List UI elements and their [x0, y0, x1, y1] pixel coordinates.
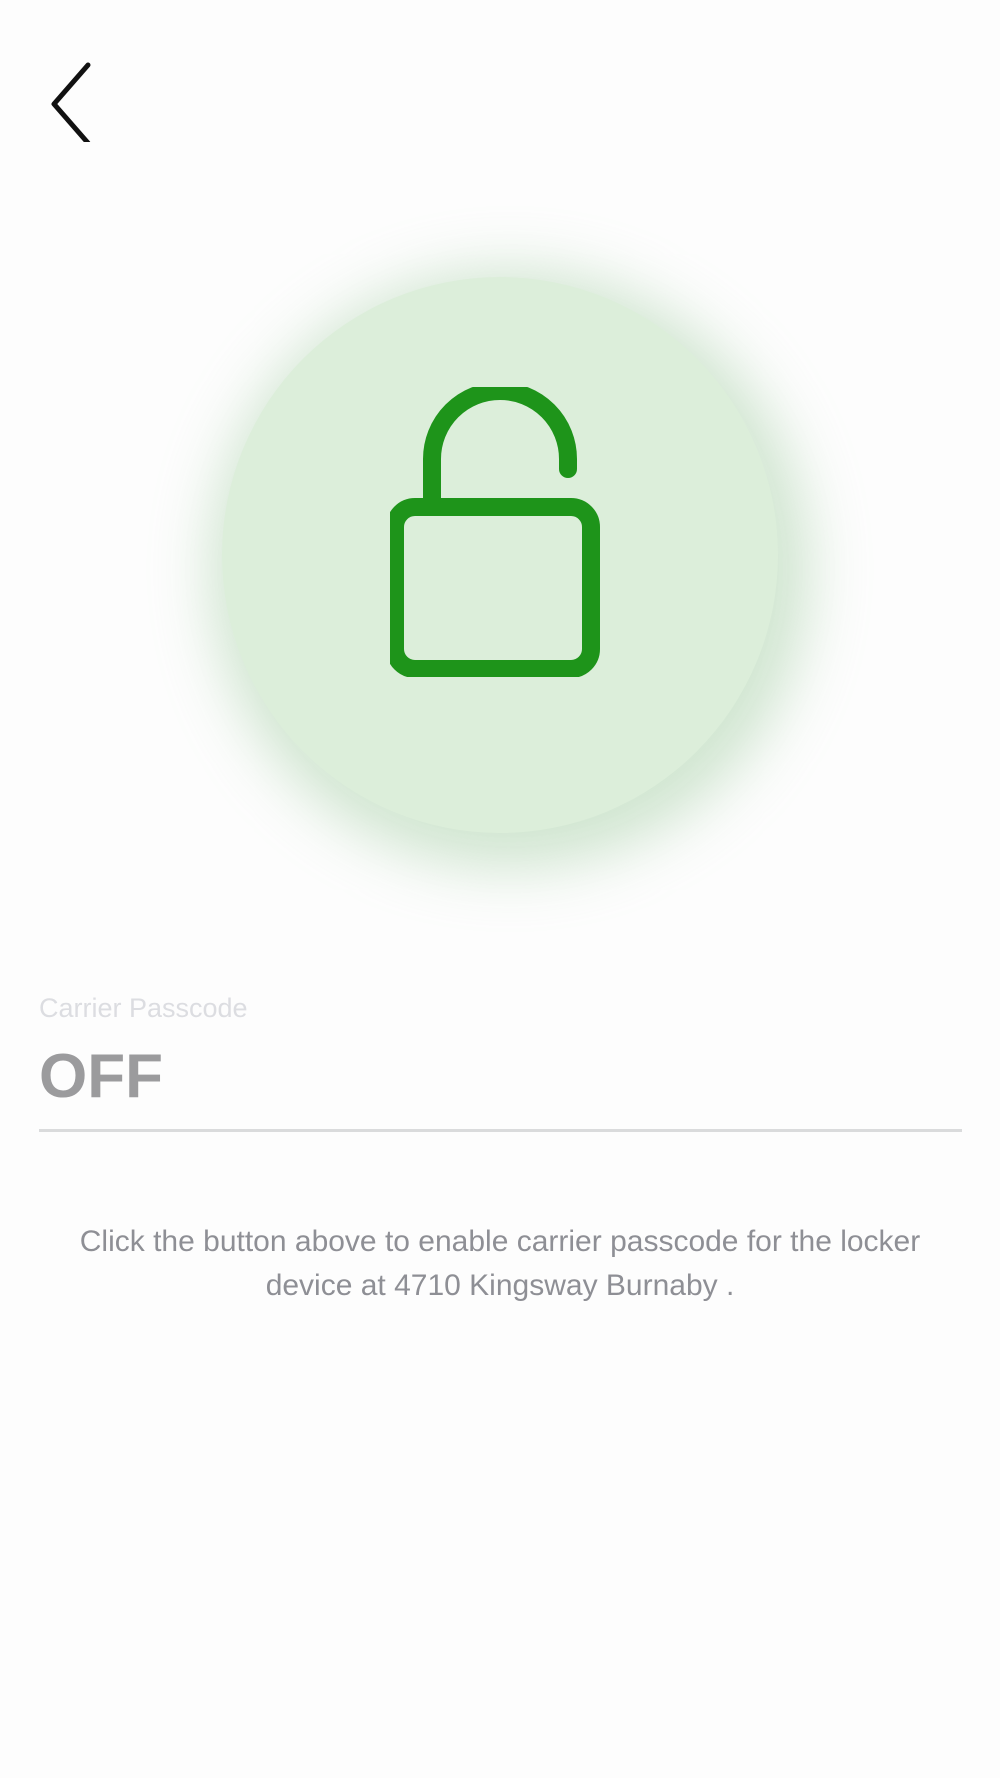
unlocked-padlock-icon	[390, 387, 610, 677]
carrier-passcode-label: Carrier Passcode	[39, 993, 248, 1023]
back-button[interactable]	[36, 52, 106, 142]
carrier-passcode-field: Carrier Passcode OFF	[39, 988, 962, 1132]
field-underline	[39, 1129, 962, 1132]
lock-toggle-button[interactable]	[222, 277, 778, 833]
carrier-passcode-value: OFF	[39, 1042, 163, 1111]
chevron-left-icon	[51, 62, 91, 142]
helper-text: Click the button above to enable carrier…	[79, 1225, 921, 1302]
